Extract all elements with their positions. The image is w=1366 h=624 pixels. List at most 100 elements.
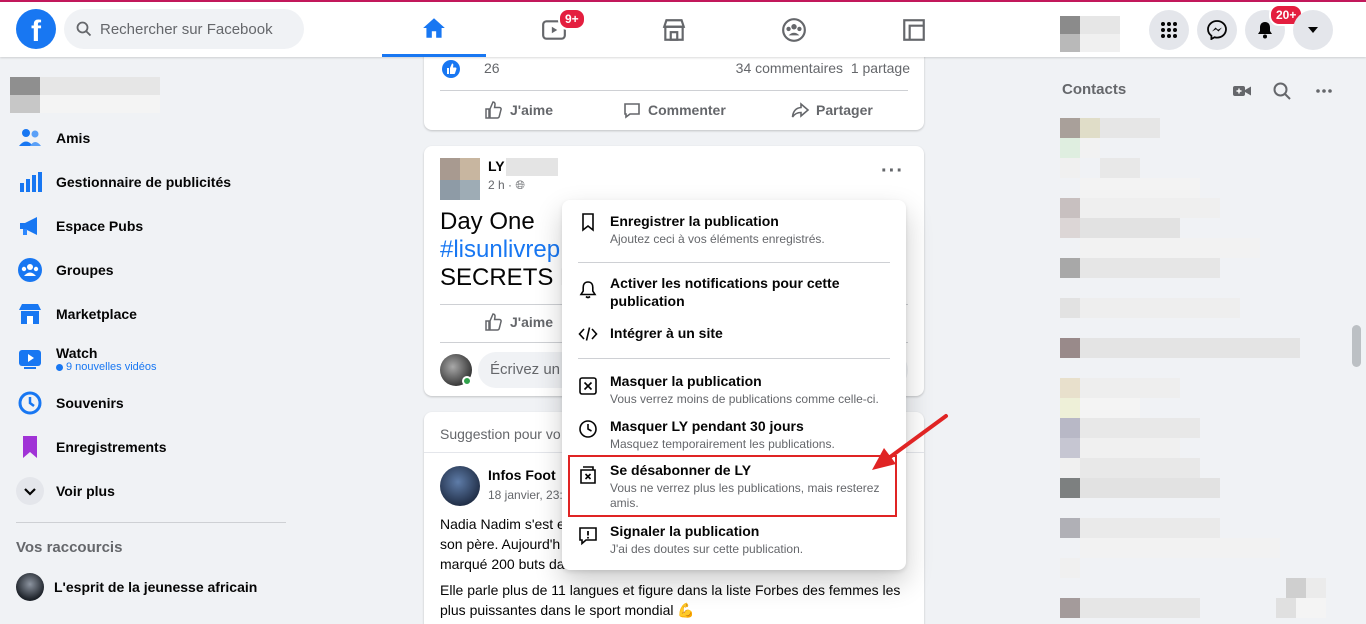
- like-button[interactable]: J'aime: [484, 312, 553, 332]
- contact-item[interactable]: [1060, 418, 1200, 438]
- megaphone-icon: [20, 217, 37, 235]
- contact-item[interactable]: [1060, 558, 1120, 578]
- card-divider: [440, 90, 908, 91]
- sidebar-item-label: Voir plus: [56, 483, 115, 499]
- left-sidebar: Amis Gestionnaire de publicités Espace P…: [0, 57, 300, 624]
- contact-item[interactable]: [1060, 478, 1220, 498]
- post-author[interactable]: Infos Foot: [488, 467, 556, 483]
- messenger-button[interactable]: [1197, 10, 1237, 50]
- sidebar-item-ads-manager[interactable]: Gestionnaire de publicités: [8, 160, 288, 204]
- grid-menu-icon: [1161, 22, 1177, 38]
- bell-icon: [579, 281, 597, 299]
- menu-button[interactable]: [1149, 10, 1189, 50]
- facebook-logo[interactable]: f: [16, 9, 56, 49]
- tab-watch[interactable]: 9+: [502, 2, 606, 57]
- annotation-arrow: [872, 414, 948, 470]
- suggestion-label: Suggestion pour vo: [440, 426, 561, 442]
- menu-separator: [578, 262, 890, 263]
- menu-item-save[interactable]: Enregistrer la publication Ajoutez ceci à…: [570, 212, 898, 247]
- comments-shares[interactable]: 34 commentaires 1 partage: [736, 60, 910, 76]
- sidebar-item-label: Enregistrements: [56, 439, 167, 455]
- messenger-icon: [1207, 20, 1227, 40]
- contact-item[interactable]: [1060, 258, 1220, 278]
- menu-item-embed[interactable]: Intégrer à un site: [570, 324, 898, 344]
- online-status: [462, 376, 472, 386]
- post-card: 26 34 commentaires 1 partage J'aime Comm…: [424, 50, 924, 130]
- sidebar-item-enregistrements[interactable]: Enregistrements: [8, 425, 288, 469]
- search-icon[interactable]: [1272, 81, 1292, 101]
- sidebar-item-espace-pubs[interactable]: Espace Pubs: [8, 204, 288, 248]
- post-author[interactable]: LY: [488, 158, 505, 174]
- contact-item[interactable]: [1276, 578, 1326, 618]
- contact-item[interactable]: [1060, 158, 1160, 178]
- contact-item[interactable]: [1060, 538, 1280, 558]
- menu-item-snooze[interactable]: Masquer LY pendant 30 jours Masquez tempo…: [570, 417, 898, 452]
- profile-shortcut[interactable]: [1050, 16, 1120, 52]
- menu-item-report[interactable]: Signaler la publication J'ai des doutes s…: [570, 522, 898, 557]
- shortcut-label: L'esprit de la jeunesse africain: [54, 579, 258, 595]
- watch-new-videos: 9 nouvelles vidéos: [56, 361, 157, 373]
- sidebar-item-label: Gestionnaire de publicités: [56, 174, 232, 190]
- contact-item[interactable]: [1060, 598, 1200, 618]
- post-time[interactable]: 18 janvier, 23:: [488, 488, 563, 502]
- notifications-button[interactable]: 20+: [1245, 4, 1304, 50]
- search-input[interactable]: [100, 20, 290, 38]
- sidebar-item-voir-plus[interactable]: Voir plus: [8, 469, 288, 513]
- tab-home[interactable]: [382, 2, 486, 57]
- page-scrollbar[interactable]: [1352, 325, 1361, 367]
- account-button[interactable]: [1293, 10, 1333, 50]
- contact-item[interactable]: [1060, 298, 1240, 318]
- gaming-icon: [903, 18, 925, 41]
- shortcut-item[interactable]: L'esprit de la jeunesse africain: [16, 573, 257, 601]
- sidebar-item-souvenirs[interactable]: Souvenirs: [8, 381, 288, 425]
- tab-groups[interactable]: [742, 2, 846, 57]
- marketplace-icon: [662, 18, 686, 41]
- menu-item-hide[interactable]: Masquer la publication Vous verrez moins …: [570, 372, 898, 407]
- sidebar-item-amis[interactable]: Amis: [8, 116, 288, 160]
- contact-item[interactable]: [1060, 138, 1120, 158]
- contact-item[interactable]: [1060, 458, 1200, 478]
- groups-icon: [18, 258, 42, 282]
- contact-item[interactable]: [1060, 238, 1260, 258]
- contact-item[interactable]: [1060, 178, 1200, 198]
- contact-item[interactable]: [1060, 378, 1180, 398]
- search-icon: [76, 21, 92, 37]
- sidebar-item-label: Amis: [56, 130, 91, 146]
- contact-item[interactable]: [1060, 218, 1180, 238]
- video-call-icon[interactable]: [1232, 81, 1252, 101]
- more-options-button[interactable]: ···: [881, 161, 904, 181]
- like-button[interactable]: J'aime: [484, 100, 553, 120]
- shop-icon: [19, 304, 41, 324]
- comment-button[interactable]: Commenter: [622, 100, 726, 120]
- contact-item[interactable]: [1060, 438, 1180, 458]
- contact-item[interactable]: [1060, 338, 1300, 358]
- search-box[interactable]: [64, 9, 304, 49]
- clock-icon: [579, 420, 597, 438]
- contact-item[interactable]: [1060, 518, 1220, 538]
- contact-item[interactable]: [1060, 398, 1140, 418]
- highlight-box: [568, 455, 897, 517]
- thumbs-up-icon: [485, 313, 502, 331]
- post-time[interactable]: 2 h · 🌐︎: [488, 178, 525, 193]
- more-options-icon[interactable]: [1314, 81, 1334, 101]
- tab-gaming[interactable]: [862, 2, 966, 57]
- author-avatar[interactable]: [440, 466, 480, 506]
- menu-separator: [578, 358, 890, 359]
- profile-link[interactable]: [10, 77, 160, 113]
- share-button[interactable]: Partager: [790, 100, 873, 120]
- contact-item[interactable]: [1060, 118, 1180, 138]
- author-avatar[interactable]: [440, 158, 480, 206]
- globe-icon: 🌐︎: [515, 178, 525, 192]
- sidebar-item-watch[interactable]: Watch 9 nouvelles vidéos: [8, 337, 288, 381]
- watch-icon: [19, 350, 41, 369]
- reactions-row: 26 34 commentaires 1 partage: [440, 58, 910, 78]
- contacts-title: Contacts: [1062, 81, 1127, 98]
- sidebar-item-groupes[interactable]: Groupes: [8, 248, 288, 292]
- sidebar-item-marketplace[interactable]: Marketplace: [8, 292, 288, 336]
- contact-item[interactable]: [1060, 198, 1220, 218]
- top-navigation-bar: f 9+ 20+: [0, 0, 1366, 57]
- sidebar-item-label: Marketplace: [56, 306, 137, 322]
- like-count[interactable]: 26: [484, 60, 500, 76]
- menu-item-notifications[interactable]: Activer les notifications pour cette pub…: [570, 274, 898, 310]
- tab-marketplace[interactable]: [622, 2, 726, 57]
